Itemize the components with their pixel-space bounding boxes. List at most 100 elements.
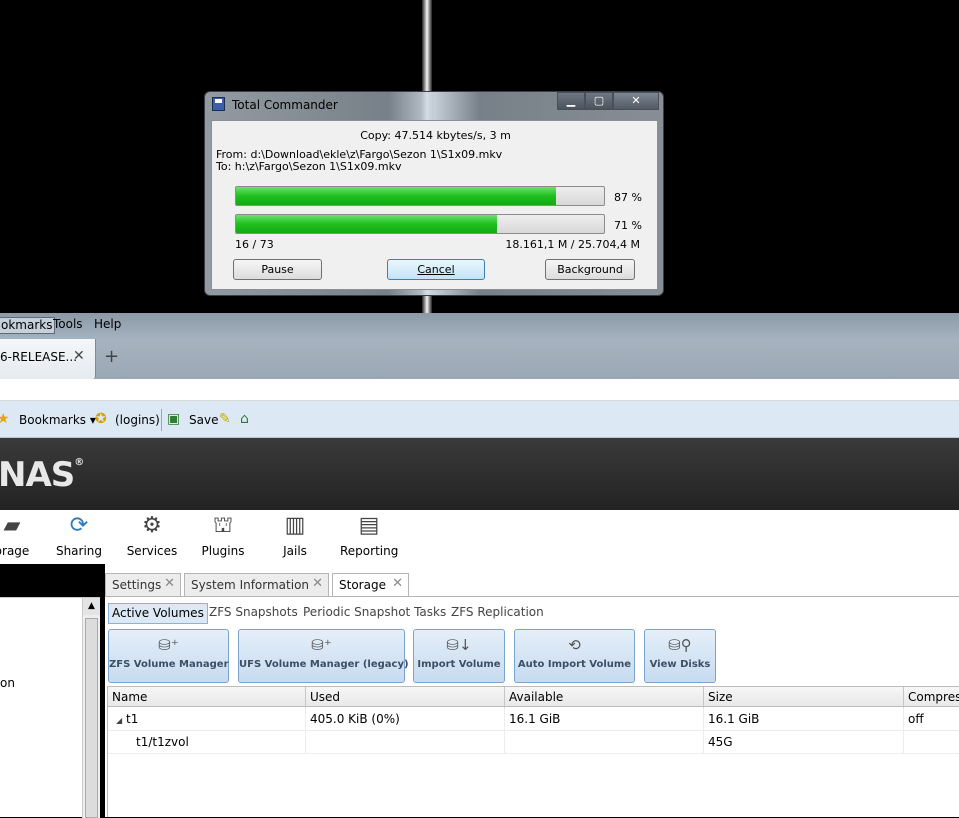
close-icon[interactable]: ✕ (164, 576, 175, 591)
file-count: 16 / 73 (235, 238, 274, 251)
subtab-active-volumes[interactable]: Active Volumes (108, 603, 208, 624)
tree-item[interactable]: on (0, 676, 15, 690)
tab-storage[interactable]: Storage ✕ (332, 573, 409, 597)
column-size[interactable]: Size (704, 687, 904, 708)
save-bookmark[interactable]: Save (189, 413, 218, 427)
bookmarks-menu-button[interactable]: Bookmarks ▾ (19, 413, 96, 427)
address-bar[interactable] (0, 379, 959, 401)
star-icon: ★ (0, 411, 10, 427)
compression-cell (904, 731, 959, 754)
available-cell: 16.1 GiB (505, 708, 704, 731)
zfs-volume-manager-button[interactable]: ⛁⁺ ZFS Volume Manager (108, 629, 229, 683)
scroll-up-icon[interactable]: ▲ (83, 598, 100, 615)
file-progress-fill (236, 187, 557, 205)
nav-plugins[interactable]: ⛫ Plugins (201, 512, 245, 558)
close-icon[interactable]: ✕ (73, 348, 85, 364)
save-icon: ▣ (167, 411, 181, 427)
view-disks-button[interactable]: ⛁⚲ View Disks (644, 629, 716, 683)
freenas-nav-toolbar: ▰ orage ⟳ Sharing ⚙ Services ⛫ Plugins ▥… (0, 510, 959, 564)
close-icon[interactable]: ✕ (312, 576, 323, 591)
gear-icon: ⚙ (142, 513, 162, 538)
report-icon: ▤ (358, 513, 380, 538)
background-button[interactable]: Background (545, 259, 635, 280)
total-progress-bar (235, 214, 605, 234)
floppy-disk-icon (212, 97, 225, 111)
subtab-periodic-snapshot-tasks[interactable]: Periodic Snapshot Tasks (300, 603, 449, 624)
database-add-icon: ⛁⁺ (158, 636, 179, 654)
minimize-button[interactable]: ▁ (557, 92, 585, 110)
nav-reporting[interactable]: ▤ Reporting (340, 512, 398, 558)
storage-icon: ▰ (3, 513, 21, 538)
scrollbar[interactable]: ▲ (82, 598, 100, 818)
destination-path: To: h:\z\Fargo\Sezon 1\S1x09.mkv (216, 160, 402, 173)
bookmarks-toolbar: ★ Bookmarks ▾ ✪ (logins) ▣ Save ✎ ⌂ (0, 401, 959, 438)
home-icon[interactable]: ⌂ (240, 411, 249, 427)
nav-services[interactable]: ⚙ Services (125, 512, 179, 558)
total-progress-fill (236, 215, 498, 233)
subtab-zfs-replication[interactable]: ZFS Replication (448, 603, 547, 624)
total-progress-percent: 71 % (614, 219, 642, 232)
tab-settings[interactable]: Settings ✕ (105, 573, 181, 596)
close-icon[interactable]: ✕ (392, 576, 403, 591)
nav-sharing[interactable]: ⟳ Sharing (55, 512, 103, 558)
dialog-body: Copy: 47.514 kbytes/s, 3 m From: d:\Down… (211, 120, 658, 290)
column-available[interactable]: Available (505, 687, 704, 708)
size-cell: 16.1 GiB (704, 708, 904, 731)
subtab-zfs-snapshots[interactable]: ZFS Snapshots (206, 603, 301, 624)
database-add-icon: ⛁⁺ (311, 636, 332, 654)
storage-panel: Settings ✕ System Information ✕ Storage ✕ A… (105, 564, 959, 817)
maximize-button[interactable]: ▢ (585, 92, 613, 110)
volumes-grid: Name Used Available Size Compress ◢ t1 4… (107, 686, 959, 817)
table-row[interactable]: t1/t1zvol 45G (108, 731, 959, 754)
available-cell (505, 731, 704, 754)
table-row[interactable]: ◢ t1 405.0 KiB (0%) 16.1 GiB 16.1 GiB of… (108, 708, 959, 731)
auto-import-volume-button[interactable]: ⟲ Auto Import Volume (514, 629, 635, 683)
pause-button[interactable]: Pause (233, 259, 322, 280)
sharing-icon: ⟳ (69, 513, 89, 538)
tab-divider (105, 596, 959, 597)
name-cell: ◢ t1 (108, 708, 306, 731)
ufs-volume-manager-button[interactable]: ⛁⁺ UFS Volume Manager (legacy) (238, 629, 409, 683)
dialog-title: Total Commander (232, 98, 338, 112)
file-progress-percent: 87 % (614, 191, 642, 204)
toolbar-separator (161, 409, 162, 431)
column-compression[interactable]: Compress (904, 687, 959, 708)
copy-speed-text: Copy: 47.514 kbytes/s, 3 m (360, 129, 511, 142)
close-button[interactable]: ✕ (613, 92, 659, 110)
bookmark-star-icon: ✪ (95, 411, 107, 427)
name-cell: t1/t1zvol (108, 731, 306, 754)
nav-jails[interactable]: ▥ Jails (278, 512, 312, 558)
menu-tools[interactable]: Tools (51, 317, 85, 334)
size-cell: 45G (704, 731, 904, 754)
expand-triangle-icon[interactable]: ◢ (116, 716, 122, 725)
browser-tab[interactable]: 6-RELEASE... ✕ (0, 339, 96, 379)
pencil-icon[interactable]: ✎ (219, 411, 231, 427)
tab-system-information[interactable]: System Information ✕ (184, 573, 329, 596)
database-import-icon: ⛁↓ (446, 636, 472, 654)
new-tab-button[interactable]: + (104, 346, 119, 367)
logins-bookmark[interactable]: (logins) (115, 413, 160, 427)
file-progress-bar (235, 186, 605, 206)
freenas-logo: NAS® (0, 455, 84, 495)
used-cell: 405.0 KiB (0%) (306, 708, 505, 731)
column-used[interactable]: Used (306, 687, 505, 708)
scroll-thumb[interactable] (85, 618, 98, 818)
menu-help[interactable]: Help (92, 317, 123, 334)
freenas-header: NAS® (0, 438, 959, 510)
used-cell (306, 731, 505, 754)
column-name[interactable]: Name (108, 687, 306, 708)
left-tree-pane: on ▲ (0, 597, 100, 818)
plug-icon: ⛫ (212, 513, 234, 538)
nav-storage[interactable]: ▰ orage (0, 512, 32, 558)
menu-bar: okmarks Tools Help (0, 313, 959, 339)
grid-header: Name Used Available Size Compress (108, 686, 959, 708)
tab-strip: 6-RELEASE... ✕ + (0, 339, 959, 379)
menu-bookmarks[interactable]: okmarks (0, 317, 56, 334)
jail-bars-icon: ▥ (284, 513, 306, 538)
import-volume-button[interactable]: ⛁↓ Import Volume (413, 629, 505, 683)
total-commander-dialog: Total Commander ▁ ▢ ✕ Copy: 47.514 kbyte… (204, 91, 664, 296)
browser-tab-title: 6-RELEASE... (0, 350, 78, 364)
cancel-button[interactable]: Cancel (387, 259, 485, 280)
database-refresh-icon: ⟲ (568, 636, 581, 654)
compression-cell: off (908, 712, 924, 726)
